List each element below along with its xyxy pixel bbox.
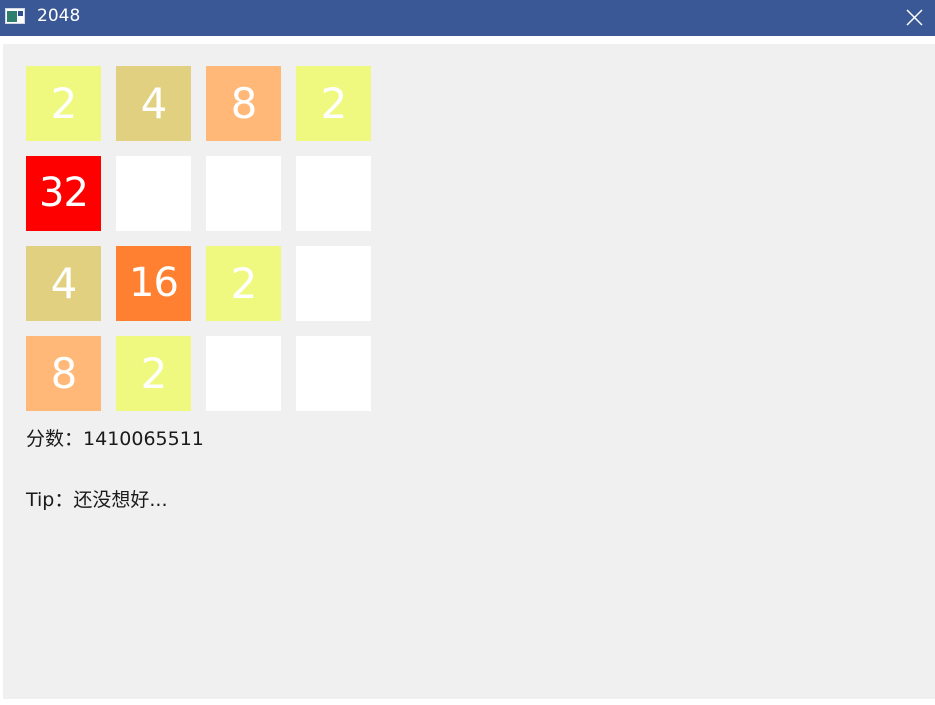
tile-r4-c1: 8 [26,336,101,411]
tile-r4-c2: 2 [116,336,191,411]
score-value: 1410065511 [83,428,204,450]
score-display: 分数：1410065511 [26,424,204,451]
tile-r2-c2 [116,156,191,231]
tip-label: Tip： [26,489,74,511]
tile-r4-c4 [296,336,371,411]
tile-r1-c3: 8 [206,66,281,141]
tile-r1-c1: 2 [26,66,101,141]
close-icon [906,9,923,26]
tile-r3-c2: 16 [116,246,191,321]
tip-display: Tip：还没想好... [26,485,168,512]
close-button[interactable] [893,0,935,36]
tip-text: 还没想好... [73,489,168,511]
tile-r3-c4 [296,246,371,321]
tile-r2-c4 [296,156,371,231]
title-bar[interactable]: 2048 [0,0,935,36]
score-label: 分数： [26,428,84,450]
tile-r4-c3 [206,336,281,411]
game-window: 2048 2 4 8 2 32 4 16 2 8 2 分数：1410065511 Tip：还没想好… [0,0,935,705]
tile-r1-c4: 2 [296,66,371,141]
tile-r3-c1: 4 [26,246,101,321]
tile-r3-c3: 2 [206,246,281,321]
tile-r2-c1: 32 [26,156,101,231]
tile-r1-c2: 4 [116,66,191,141]
window-title: 2048 [37,6,81,26]
tile-r2-c3 [206,156,281,231]
game-area: 2 4 8 2 32 4 16 2 8 2 分数：1410065511 Tip：还没想好... [3,44,935,699]
game-board: 2 4 8 2 32 4 16 2 8 2 [26,66,371,411]
app-icon [5,8,25,24]
